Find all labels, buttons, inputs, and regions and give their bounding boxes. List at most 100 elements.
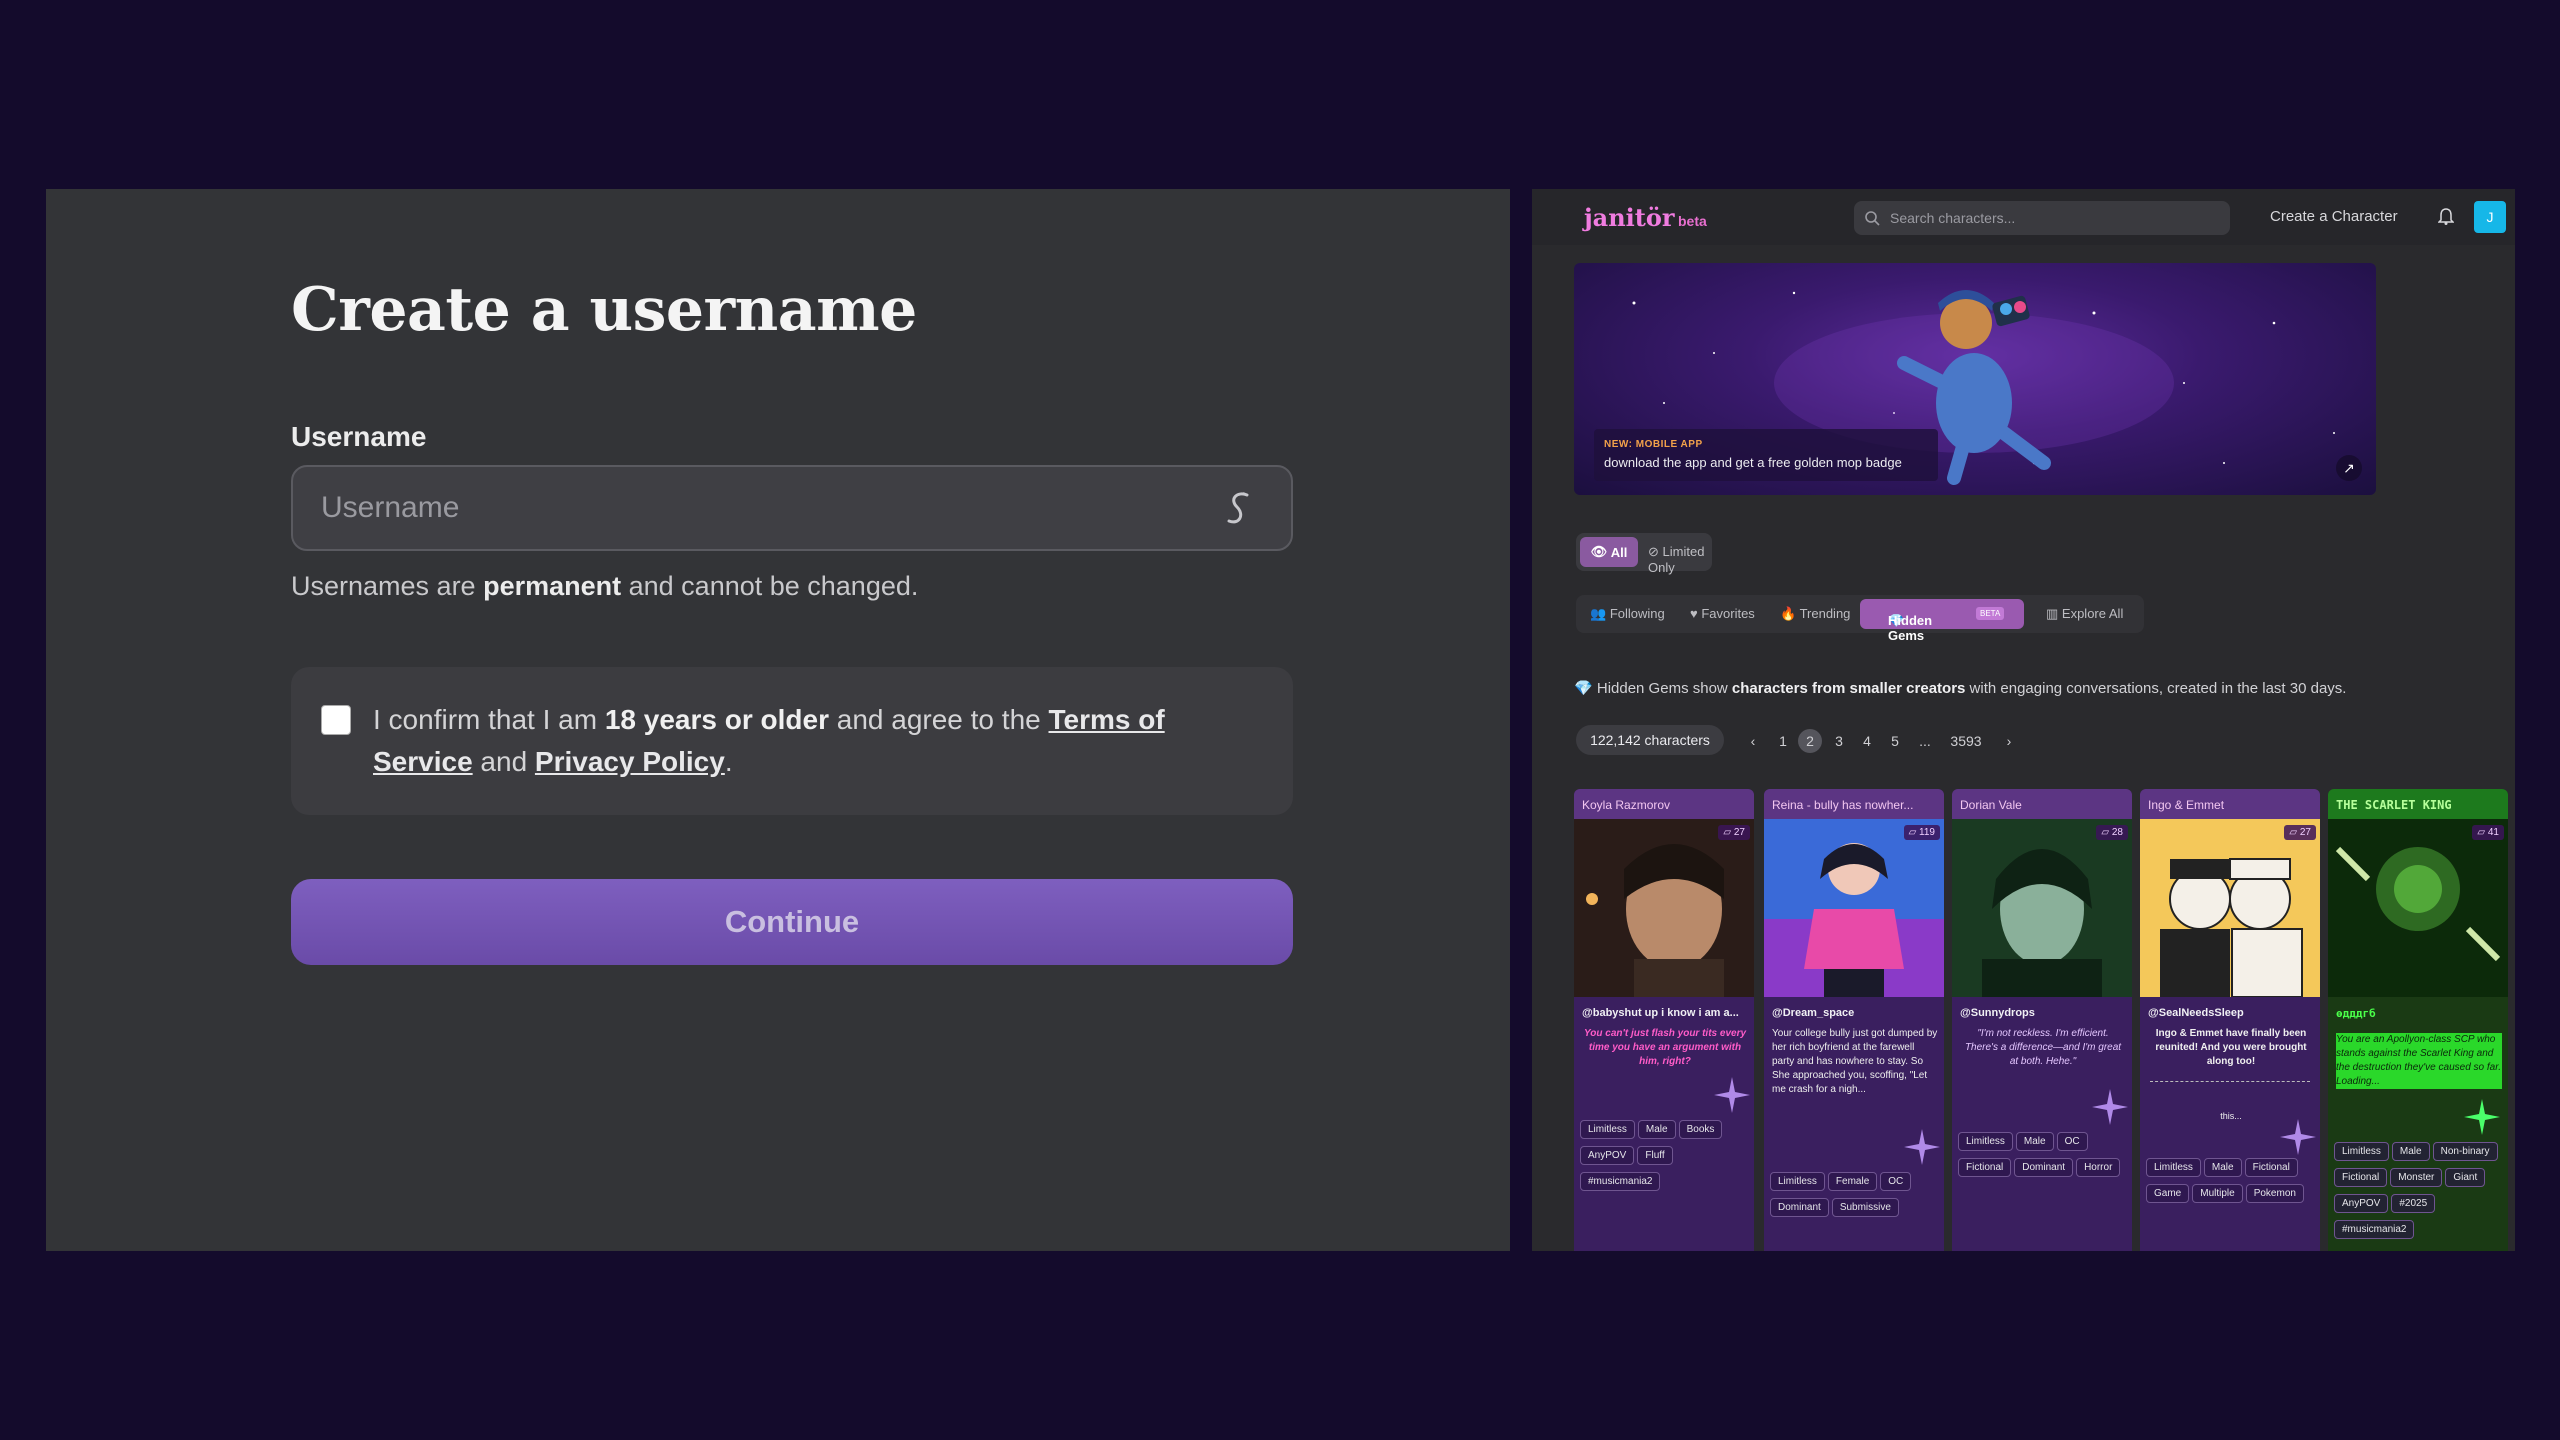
hint-suffix: and cannot be changed.	[621, 571, 919, 601]
card-author[interactable]: @SealNeedsSleep	[2148, 1007, 2314, 1019]
tag[interactable]: Limitless	[2334, 1142, 2389, 1161]
toggle-limited[interactable]: ⊘ Limited Only	[1648, 544, 1712, 575]
card-author[interactable]: @Sunnydrops	[1960, 1007, 2126, 1019]
chevron-right-icon[interactable]: ›	[2002, 729, 2016, 753]
tab-favorites[interactable]: ♥ Favorites	[1690, 606, 1755, 621]
card-header: Koyla Razmorov	[1574, 789, 1754, 819]
tab-explore-label: Explore All	[2061, 606, 2124, 621]
tag[interactable]: Game	[2146, 1184, 2190, 1203]
page-1[interactable]: 1	[1776, 729, 1790, 753]
card-image	[1952, 819, 2132, 997]
tag[interactable]: Pokemon	[2245, 1184, 2304, 1203]
username-panel: Create a username Username Usernames are…	[46, 189, 1510, 1251]
tab-following[interactable]: 👥 Following	[1590, 606, 1665, 622]
card-name: Dorian Vale	[1960, 798, 2022, 812]
character-card[interactable]: Dorian Vale ▱ 28 @Sunnydrops "I'm not re…	[1952, 789, 2132, 1251]
username-label: Username	[291, 421, 427, 452]
password-manager-icon[interactable]	[1223, 489, 1257, 529]
page-last[interactable]: 3593	[1946, 729, 1986, 753]
tag[interactable]: Fictional	[1958, 1158, 2012, 1177]
tag[interactable]: Books	[1678, 1120, 1723, 1139]
age-confirm-checkbox[interactable]	[321, 705, 351, 735]
username-input[interactable]	[321, 467, 1201, 549]
category-tabs: 👥 Following ♥ Favorites 🔥 Trending 💎 Hid…	[1576, 595, 2144, 643]
tag[interactable]: Limitless	[1580, 1120, 1635, 1139]
character-card[interactable]: THE SCARLET KING ▱ 41 ѳдддгб You are an …	[2328, 789, 2508, 1251]
page-3[interactable]: 3	[1832, 729, 1846, 753]
avatar[interactable]: J	[2474, 201, 2506, 233]
toggle-all[interactable]: 👁 All	[1580, 537, 1638, 567]
users-icon: 👥	[1590, 606, 1610, 621]
tag[interactable]: Fictional	[2334, 1168, 2388, 1187]
character-card[interactable]: Koyla Razmorov ▱ 27 @babyshut up i know …	[1574, 789, 1754, 1251]
search-placeholder: Search characters...	[1890, 210, 2016, 226]
page-5[interactable]: 5	[1888, 729, 1902, 753]
tag[interactable]: Dominant	[2014, 1158, 2074, 1177]
card-header: Reina - bully has nowher...	[1764, 789, 1944, 819]
tag[interactable]: Fictional	[2244, 1158, 2298, 1177]
card-author[interactable]: ѳдддгб	[2336, 1007, 2502, 1020]
character-card[interactable]: Reina - bully has nowher... ▱ 119 @Dream…	[1764, 789, 1944, 1251]
janitor-logo[interactable]: janitör	[1584, 203, 1675, 232]
privacy-link[interactable]: Privacy Policy	[535, 746, 725, 777]
beta-badge: BETA	[1976, 607, 2005, 620]
page-4[interactable]: 4	[1860, 729, 1874, 753]
character-card[interactable]: Ingo & Emmet ▱ 27 @SealNeedsSleep Ingo &…	[2140, 789, 2320, 1251]
username-hint: Usernames are permanent and cannot be ch…	[291, 571, 918, 602]
bell-icon[interactable]	[2438, 207, 2454, 225]
tag[interactable]: Limitless	[1958, 1132, 2013, 1151]
tag[interactable]: #2025	[2391, 1194, 2436, 1213]
card-name: Ingo & Emmet	[2148, 798, 2225, 812]
tag[interactable]: Submissive	[1831, 1198, 1899, 1217]
sparkle-icon	[2464, 1099, 2500, 1135]
tag[interactable]: Female	[1827, 1172, 1878, 1191]
card-name: Koyla Razmorov	[1582, 798, 1671, 812]
continue-button[interactable]: Continue	[291, 879, 1293, 965]
hint-prefix: Usernames are	[291, 571, 484, 601]
character-count: 122,142 characters	[1576, 725, 1724, 755]
tag[interactable]: Male	[1637, 1120, 1676, 1139]
character-search[interactable]: Search characters...	[1854, 201, 2230, 235]
tag[interactable]: Multiple	[2192, 1184, 2243, 1203]
external-link-icon[interactable]: ↗	[2336, 455, 2362, 481]
card-name: THE SCARLET KING	[2336, 798, 2452, 812]
tag[interactable]: OC	[1880, 1172, 1912, 1191]
tag[interactable]: Giant	[2445, 1168, 2486, 1187]
tag[interactable]: AnyPOV	[1580, 1146, 1635, 1165]
tag[interactable]: Male	[2203, 1158, 2242, 1177]
mobile-app-banner[interactable]: NEW: MOBILE APP download the app and get…	[1574, 263, 2376, 495]
hidden-gems-info: 💎 Hidden Gems show characters from small…	[1574, 679, 2346, 697]
tab-explore-all[interactable]: ▥ Explore All	[2046, 606, 2123, 622]
tag[interactable]: Monster	[2390, 1168, 2443, 1187]
tag[interactable]: Male	[2015, 1132, 2054, 1151]
tag[interactable]: Non-binary	[2432, 1142, 2498, 1161]
tag[interactable]: Horror	[2076, 1158, 2121, 1177]
tab-trending[interactable]: 🔥 Trending	[1780, 606, 1850, 622]
chevron-left-icon[interactable]: ‹	[1746, 729, 1760, 753]
chat-icon: ▱	[1908, 827, 1920, 838]
sparkle-icon	[1714, 1077, 1750, 1113]
tag[interactable]: OC	[2056, 1132, 2088, 1151]
tab-hidden-gems[interactable]: 💎 Hidden Gems BETA	[1860, 599, 2024, 643]
tag[interactable]: #musicmania2	[1580, 1172, 1661, 1191]
tag[interactable]: Limitless	[1770, 1172, 1825, 1191]
username-field[interactable]	[291, 465, 1293, 551]
hidden-gems-text: Hidden Gems	[1888, 613, 1933, 643]
card-author[interactable]: @Dream_space	[1772, 1007, 1938, 1019]
chat-count: ▱ 27	[2284, 825, 2316, 840]
card-author[interactable]: @babyshut up i know i am a...	[1582, 1007, 1748, 1019]
tag[interactable]: Dominant	[1770, 1198, 1829, 1217]
chat-count-value: 119	[1919, 827, 1935, 838]
gem-info-suffix: with engaging conversations, created in …	[1965, 680, 2347, 697]
tag-list: Limitless Male OC Fictional Dominant Horror	[1958, 1131, 2128, 1183]
tag[interactable]: #musicmania2	[2334, 1220, 2415, 1239]
tag[interactable]: Limitless	[2146, 1158, 2201, 1177]
tag[interactable]: Male	[2391, 1142, 2430, 1161]
tag[interactable]: AnyPOV	[2334, 1194, 2389, 1213]
tab-favorites-label: Favorites	[1701, 606, 1755, 621]
create-character-link[interactable]: Create a Character	[2270, 208, 2398, 225]
page-2[interactable]: 2	[1798, 729, 1822, 753]
tag[interactable]: Fluff	[1637, 1146, 1673, 1165]
chat-icon: ▱	[1723, 827, 1734, 838]
logo-beta-badge: beta	[1678, 213, 1707, 229]
